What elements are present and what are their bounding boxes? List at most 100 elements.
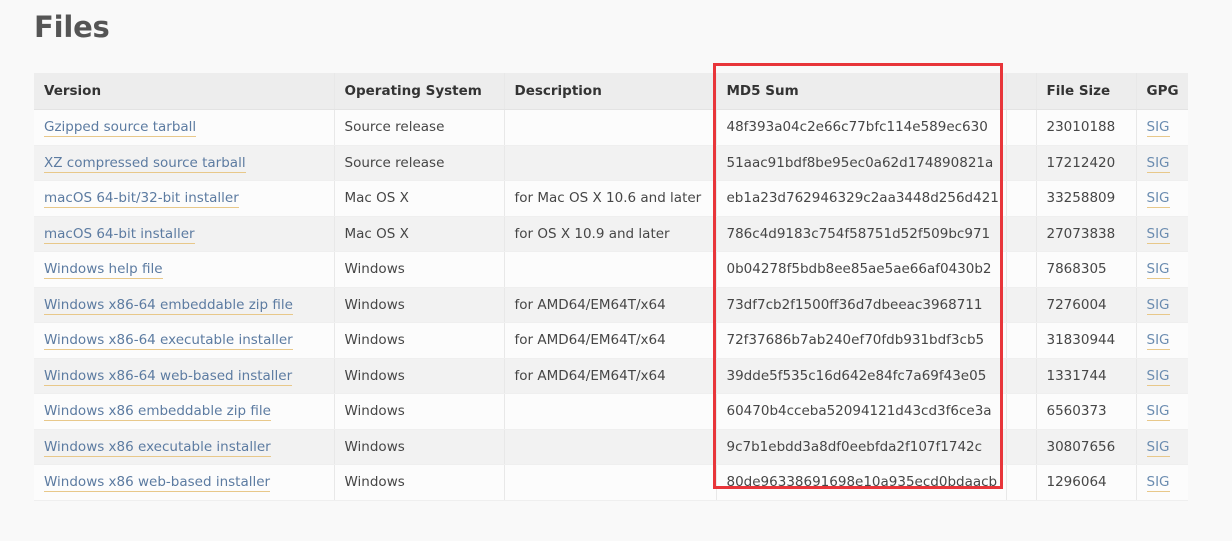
table-row: Windows x86-64 executable installer Windo… (34, 322, 1188, 359)
download-link[interactable]: macOS 64-bit installer (44, 225, 195, 244)
cell-md5-sum: 39dde5f535c16d642e84fc7a69f43e05 (716, 358, 1007, 394)
gpg-sig-link[interactable]: SIG (1146, 154, 1170, 173)
files-table-head: Version Operating System Description MD5… (34, 73, 1188, 110)
download-link[interactable]: Gzipped source tarball (44, 119, 197, 138)
table-row: macOS 64-bit installer Mac OS Xfor OS X 1… (34, 216, 1188, 252)
cell-operating-system: Windows (334, 322, 505, 359)
cell-md5-sum: 48f393a04c2e66c77bfc114e589ec630 (716, 109, 1007, 146)
cell-description (504, 109, 717, 146)
cell-spacer (1006, 287, 1037, 323)
table-row: Windows help file Windows 0b04278f5bdb8ee8… (34, 251, 1188, 288)
table-row: XZ compressed source tarball Source relea… (34, 145, 1188, 181)
cell-operating-system: Source release (334, 109, 505, 146)
gpg-sig-link[interactable]: SIG (1146, 332, 1170, 351)
cell-description (504, 393, 717, 430)
cell-spacer (1006, 429, 1037, 465)
cell-gpg: SIG (1136, 216, 1188, 252)
table-row: Windows x86 embeddable zip file Windows 60… (34, 393, 1188, 430)
cell-file-size: 7276004 (1036, 287, 1137, 323)
cell-operating-system: Windows (334, 251, 505, 288)
download-link[interactable]: Windows x86-64 web-based installer (44, 367, 293, 386)
cell-file-size: 30807656 (1036, 429, 1137, 465)
cell-description (504, 464, 717, 501)
gpg-sig-link[interactable]: SIG (1146, 261, 1170, 280)
cell-spacer (1006, 464, 1037, 501)
column-header-spacer (1006, 73, 1037, 110)
cell-operating-system: Source release (334, 145, 505, 181)
table-row: Windows x86-64 web-based installer Window… (34, 358, 1188, 394)
cell-spacer (1006, 180, 1037, 217)
cell-gpg: SIG (1136, 109, 1188, 146)
table-row: Windows x86 web-based installer Windows 80… (34, 464, 1188, 501)
page-title: Files (34, 10, 110, 44)
cell-version: Windows x86 executable installer (34, 429, 335, 465)
download-link[interactable]: Windows x86 web-based installer (44, 474, 271, 493)
gpg-sig-link[interactable]: SIG (1146, 438, 1170, 457)
cell-md5-sum: 786c4d9183c754f58751d52f509bc971 (716, 216, 1007, 252)
cell-gpg: SIG (1136, 180, 1188, 217)
gpg-sig-link[interactable]: SIG (1146, 403, 1170, 422)
download-link[interactable]: macOS 64-bit/32-bit installer (44, 190, 239, 209)
gpg-sig-link[interactable]: SIG (1146, 119, 1170, 138)
cell-md5-sum: 51aac91bdf8be95ec0a62d174890821a (716, 145, 1007, 181)
cell-spacer (1006, 251, 1037, 288)
cell-file-size: 7868305 (1036, 251, 1137, 288)
cell-file-size: 17212420 (1036, 145, 1137, 181)
cell-gpg: SIG (1136, 287, 1188, 323)
cell-md5-sum: 73df7cb2f1500ff36d7dbeeac3968711 (716, 287, 1007, 323)
gpg-sig-link[interactable]: SIG (1146, 190, 1170, 209)
cell-operating-system: Mac OS X (334, 180, 505, 217)
download-link[interactable]: Windows x86 embeddable zip file (44, 403, 271, 422)
cell-file-size: 6560373 (1036, 393, 1137, 430)
cell-operating-system: Windows (334, 429, 505, 465)
cell-version: Windows x86-64 web-based installer (34, 358, 335, 394)
cell-md5-sum: 60470b4cceba52094121d43cd3f6ce3a (716, 393, 1007, 430)
gpg-sig-link[interactable]: SIG (1146, 296, 1170, 315)
column-header-md5: MD5 Sum (716, 73, 1007, 110)
cell-gpg: SIG (1136, 358, 1188, 394)
files-page: Files Version Operating System Descripti… (0, 0, 1232, 541)
files-table: Version Operating System Description MD5… (34, 73, 1188, 501)
cell-spacer (1006, 393, 1037, 430)
cell-description (504, 251, 717, 288)
table-row: Windows x86-64 embeddable zip file Window… (34, 287, 1188, 323)
column-header-os: Operating System (334, 73, 505, 110)
cell-description (504, 429, 717, 465)
cell-spacer (1006, 109, 1037, 146)
cell-file-size: 23010188 (1036, 109, 1137, 146)
download-link[interactable]: XZ compressed source tarball (44, 154, 246, 173)
cell-version: Windows x86 embeddable zip file (34, 393, 335, 430)
cell-md5-sum: 9c7b1ebdd3a8df0eebfda2f107f1742c (716, 429, 1007, 465)
cell-version: macOS 64-bit/32-bit installer (34, 180, 335, 217)
cell-operating-system: Windows (334, 287, 505, 323)
cell-spacer (1006, 216, 1037, 252)
cell-md5-sum: 0b04278f5bdb8ee85ae5ae66af0430b2 (716, 251, 1007, 288)
files-table-container: Version Operating System Description MD5… (34, 73, 1188, 501)
download-link[interactable]: Windows x86-64 embeddable zip file (44, 296, 293, 315)
cell-operating-system: Windows (334, 464, 505, 501)
column-header-description: Description (504, 73, 717, 110)
download-link[interactable]: Windows help file (44, 261, 163, 280)
cell-operating-system: Windows (334, 358, 505, 394)
files-table-body: Gzipped source tarball Source release 48f3… (34, 109, 1188, 501)
cell-description: for OS X 10.9 and later (504, 216, 717, 252)
table-row: macOS 64-bit/32-bit installer Mac OS Xfor… (34, 180, 1188, 217)
download-link[interactable]: Windows x86 executable installer (44, 438, 271, 457)
cell-description: for AMD64/EM64T/x64 (504, 287, 717, 323)
cell-operating-system: Mac OS X (334, 216, 505, 252)
download-link[interactable]: Windows x86-64 executable installer (44, 332, 293, 351)
gpg-sig-link[interactable]: SIG (1146, 367, 1170, 386)
gpg-sig-link[interactable]: SIG (1146, 225, 1170, 244)
cell-gpg: SIG (1136, 251, 1188, 288)
cell-file-size: 1296064 (1036, 464, 1137, 501)
cell-spacer (1006, 322, 1037, 359)
column-header-gpg: GPG (1136, 73, 1188, 110)
table-row: Gzipped source tarball Source release 48f3… (34, 109, 1188, 146)
cell-gpg: SIG (1136, 429, 1188, 465)
cell-file-size: 31830944 (1036, 322, 1137, 359)
cell-md5-sum: 72f37686b7ab240ef70fdb931bdf3cb5 (716, 322, 1007, 359)
column-header-file-size: File Size (1036, 73, 1137, 110)
cell-version: macOS 64-bit installer (34, 216, 335, 252)
gpg-sig-link[interactable]: SIG (1146, 474, 1170, 493)
cell-file-size: 27073838 (1036, 216, 1137, 252)
